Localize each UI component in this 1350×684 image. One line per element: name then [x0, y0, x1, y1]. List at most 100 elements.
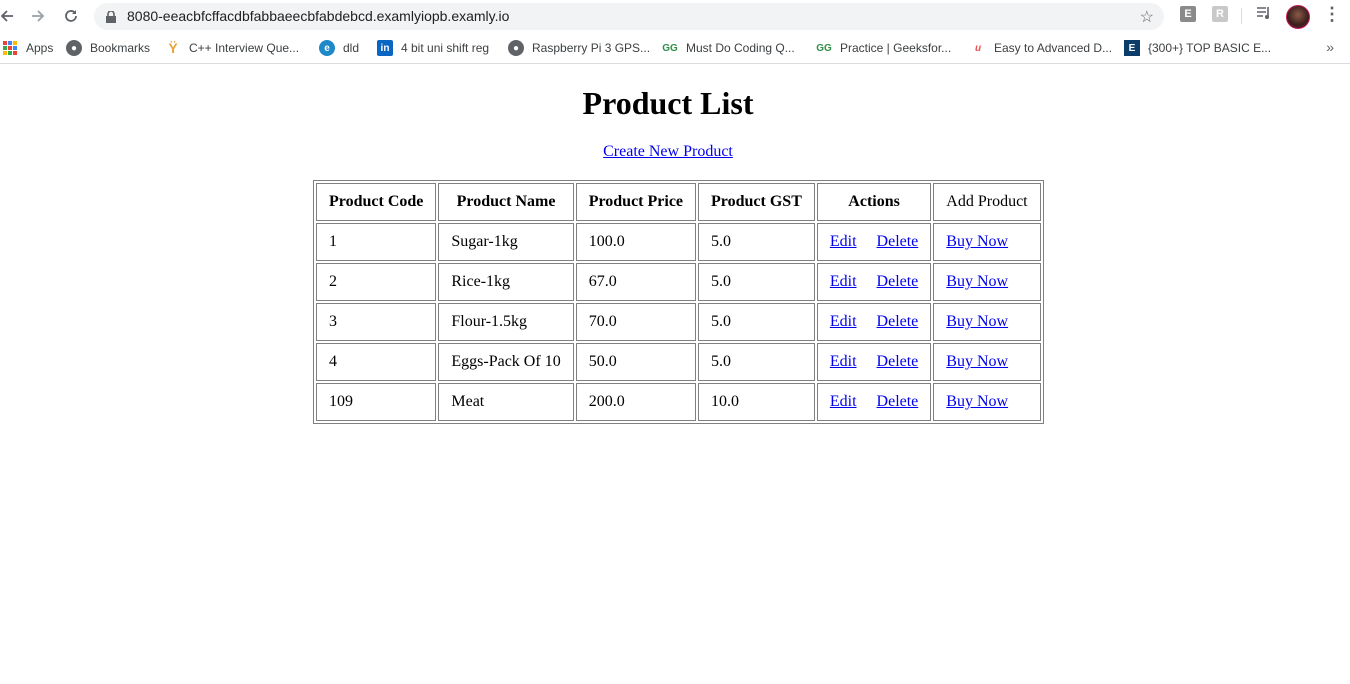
bookmark-label: {300+} TOP BASIC E... — [1148, 41, 1272, 55]
geeksforgeeks-icon: GG — [816, 42, 832, 54]
cell-add-product: Buy Now — [933, 383, 1041, 421]
edit-link[interactable]: Edit — [830, 233, 857, 250]
cell-product-price: 70.0 — [575, 303, 697, 341]
bookmark-label: Bookmarks — [90, 41, 151, 55]
browser-menu-icon[interactable]: ⋮ — [1323, 4, 1341, 25]
udemy-icon: u — [974, 42, 982, 54]
table-row: 109 Meat 200.0 10.0 Edit Delete Buy Now — [316, 383, 1041, 421]
buy-now-link[interactable]: Buy Now — [946, 273, 1008, 290]
globe-icon: ● — [66, 40, 82, 56]
table-row: 3 Flour-1.5kg 70.0 5.0 Edit Delete Buy N… — [316, 303, 1041, 341]
cell-actions: Edit Delete — [816, 223, 932, 261]
cell-product-name: Meat — [438, 383, 574, 421]
header-product-price: Product Price — [575, 183, 697, 221]
table-row: 1 Sugar-1kg 100.0 5.0 Edit Delete Buy No… — [316, 223, 1041, 261]
bookmark-label: dld — [343, 41, 360, 55]
cell-add-product: Buy Now — [933, 343, 1041, 381]
cell-product-name: Rice-1kg — [438, 263, 574, 301]
extension-r-icon[interactable]: R — [1212, 6, 1228, 22]
globe-icon: ● — [508, 40, 524, 56]
media-playlist-icon[interactable] — [1256, 6, 1272, 20]
table-header-row: Product Code Product Name Product Price … — [316, 183, 1041, 221]
bookmark-label: Easy to Advanced D... — [994, 41, 1113, 55]
cell-actions: Edit Delete — [816, 343, 932, 381]
bookmark-star-icon[interactable]: ☆ — [1140, 7, 1154, 27]
cell-product-code: 2 — [316, 263, 437, 301]
table-row: 4 Eggs-Pack Of 10 50.0 5.0 Edit Delete B… — [316, 343, 1041, 381]
cell-actions: Edit Delete — [816, 303, 932, 341]
cell-product-gst: 5.0 — [698, 343, 815, 381]
interview-favicon: Ÿ — [168, 40, 178, 56]
cell-product-gst: 5.0 — [698, 223, 815, 261]
header-product-name: Product Name — [438, 183, 574, 221]
bookmark-raspberry-pi[interactable]: ● Raspberry Pi 3 GPS... — [508, 40, 650, 56]
bookmark-practice-gfg[interactable]: GG Practice | Geeksfor... — [816, 40, 951, 56]
buy-now-link[interactable]: Buy Now — [946, 353, 1008, 370]
bookmark-easy-advanced[interactable]: u Easy to Advanced D... — [970, 40, 1112, 56]
browser-toolbar: 8080-eeacbfcffacdbfabbaeecbfabdebcd.exam… — [0, 0, 1350, 33]
product-table: Product Code Product Name Product Price … — [313, 180, 1044, 424]
bookmark-label: C++ Interview Que... — [189, 41, 300, 55]
bookmarks-bar: Apps ● Bookmarks Ÿ C++ Interview Que... … — [0, 33, 1350, 64]
create-new-product-link[interactable]: Create New Product — [603, 143, 733, 160]
geeksforgeeks-icon: GG — [662, 42, 678, 54]
lock-icon — [106, 10, 116, 28]
cell-product-gst: 5.0 — [698, 303, 815, 341]
create-link-wrapper: Create New Product — [0, 143, 1336, 161]
buy-now-link[interactable]: Buy Now — [946, 233, 1008, 250]
linkedin-icon: in — [377, 40, 393, 56]
delete-link[interactable]: Delete — [877, 393, 919, 410]
cell-product-code: 3 — [316, 303, 437, 341]
cell-product-price: 50.0 — [575, 343, 697, 381]
bookmark-apps[interactable]: Apps — [2, 40, 53, 56]
bookmark-label: Must Do Coding Q... — [686, 41, 795, 55]
header-actions: Actions — [816, 183, 932, 221]
cell-product-code: 1 — [316, 223, 437, 261]
apps-grid-icon — [2, 40, 18, 56]
bookmark-dld[interactable]: e dld — [319, 40, 359, 56]
bookmark-cpp-interview[interactable]: Ÿ C++ Interview Que... — [165, 40, 299, 56]
cell-product-price: 200.0 — [575, 383, 697, 421]
edit-link[interactable]: Edit — [830, 393, 857, 410]
bookmark-label: 4 bit uni shift reg — [401, 41, 490, 55]
cell-product-gst: 5.0 — [698, 263, 815, 301]
bookmark-top-basic[interactable]: E {300+} TOP BASIC E... — [1124, 40, 1271, 56]
address-bar[interactable]: 8080-eeacbfcffacdbfabbaeecbfabdebcd.exam… — [94, 3, 1164, 30]
delete-link[interactable]: Delete — [877, 353, 919, 370]
cell-product-code: 109 — [316, 383, 437, 421]
bookmarks-overflow-icon[interactable]: » — [1326, 39, 1334, 55]
bookmark-bookmarks[interactable]: ● Bookmarks — [66, 40, 150, 56]
cell-add-product: Buy Now — [933, 263, 1041, 301]
cell-product-price: 67.0 — [575, 263, 697, 301]
buy-now-link[interactable]: Buy Now — [946, 393, 1008, 410]
e-box-icon: E — [1124, 40, 1140, 56]
cell-product-name: Sugar-1kg — [438, 223, 574, 261]
cell-product-price: 100.0 — [575, 223, 697, 261]
cell-add-product: Buy Now — [933, 223, 1041, 261]
reload-icon[interactable] — [60, 5, 82, 27]
bookmark-label: Apps — [26, 41, 54, 55]
bookmark-label: Practice | Geeksfor... — [840, 41, 952, 55]
edit-link[interactable]: Edit — [830, 313, 857, 330]
delete-link[interactable]: Delete — [877, 273, 919, 290]
back-arrow-icon[interactable] — [0, 5, 18, 27]
cell-product-name: Eggs-Pack Of 10 — [438, 343, 574, 381]
edit-link[interactable]: Edit — [830, 273, 857, 290]
cell-product-name: Flour-1.5kg — [438, 303, 574, 341]
delete-link[interactable]: Delete — [877, 313, 919, 330]
cell-product-code: 4 — [316, 343, 437, 381]
toolbar-divider — [1241, 8, 1242, 24]
edit-link[interactable]: Edit — [830, 353, 857, 370]
buy-now-link[interactable]: Buy Now — [946, 313, 1008, 330]
bookmark-must-do-coding[interactable]: GG Must Do Coding Q... — [662, 40, 795, 56]
delete-link[interactable]: Delete — [877, 233, 919, 250]
bookmark-label: Raspberry Pi 3 GPS... — [532, 41, 651, 55]
bookmark-shift-reg[interactable]: in 4 bit uni shift reg — [377, 40, 489, 56]
page-title: Product List — [582, 85, 754, 121]
cell-actions: Edit Delete — [816, 263, 932, 301]
url-text[interactable]: 8080-eeacbfcffacdbfabbaeecbfabdebcd.exam… — [127, 8, 509, 24]
profile-avatar[interactable] — [1286, 5, 1310, 29]
extension-e-icon[interactable]: E — [1180, 6, 1196, 22]
cell-product-gst: 10.0 — [698, 383, 815, 421]
forward-arrow-icon[interactable] — [27, 5, 49, 27]
